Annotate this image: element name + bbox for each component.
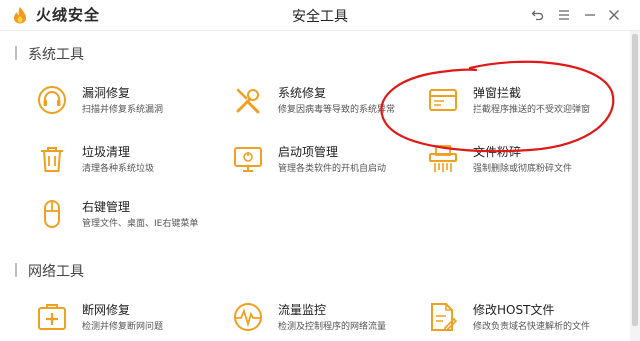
- tool-right-click-manager[interactable]: 右键管理 管理文件、桌面、IE右键菜单: [36, 198, 236, 238]
- back-button[interactable]: [528, 5, 548, 25]
- scrollbar-thumb[interactable]: [632, 34, 638, 326]
- title-bar: 火绒安全 安全工具: [0, 0, 640, 30]
- menu-button[interactable]: [554, 5, 574, 25]
- tool-file-shredder[interactable]: 文件粉碎 强制删除或彻底粉碎文件: [427, 143, 627, 183]
- close-button[interactable]: [604, 5, 624, 25]
- tool-name: 漏洞修复: [82, 86, 131, 100]
- tool-desc: 管理文件、桌面、IE右键菜单: [82, 219, 199, 229]
- tool-edit-host-file[interactable]: 修改HOST文件 修改负责域名快速解析的文件: [427, 301, 627, 341]
- menu-icon: [559, 10, 569, 20]
- mouse-icon: [44, 200, 60, 228]
- tool-name: 流量监控: [278, 303, 327, 317]
- close-icon: [609, 10, 619, 20]
- tool-desc: 检测及控制程序的网络流量: [278, 322, 387, 332]
- tool-name: 弹窗拦截: [473, 86, 522, 100]
- shredder-icon: [429, 145, 457, 172]
- section-title-system: 系统工具: [28, 47, 84, 63]
- tool-desc: 清理各种系统垃圾: [82, 164, 155, 174]
- headset-icon: [38, 86, 66, 114]
- tool-name: 右键管理: [82, 200, 131, 214]
- tool-traffic-monitor[interactable]: 流量监控 检测及控制程序的网络流量: [232, 301, 432, 341]
- section-marker: [15, 263, 17, 277]
- tool-desc: 强制删除或彻底粉碎文件: [473, 164, 573, 174]
- tool-name: 修改HOST文件: [473, 303, 555, 317]
- monitor-icon: [234, 147, 262, 172]
- window-icon: [429, 89, 457, 111]
- tool-desc: 修复因病毒等导致的系统异常: [278, 105, 396, 115]
- tool-desc: 修改负责域名快速解析的文件: [473, 322, 591, 332]
- tool-system-repair[interactable]: 系统修复 修复因病毒等导致的系统异常: [232, 84, 432, 124]
- tool-network-repair[interactable]: 断网修复 检测并修复断网问题: [36, 301, 236, 341]
- tool-junk-cleanup[interactable]: 垃圾清理 清理各种系统垃圾: [36, 143, 236, 183]
- wrench-icon: [236, 88, 260, 114]
- host-file-icon: [431, 303, 458, 331]
- tool-desc: 拦截程序推送的不受欢迎弹窗: [473, 105, 591, 115]
- tool-name: 垃圾清理: [82, 145, 131, 159]
- tool-desc: 管理各类软件的开机自启动: [278, 164, 387, 174]
- tool-desc: 扫描并修复系统漏洞: [82, 105, 164, 115]
- section-title-network: 网络工具: [28, 264, 84, 280]
- trash-icon: [41, 147, 63, 172]
- first-aid-icon: [38, 304, 66, 330]
- tool-name: 系统修复: [278, 86, 327, 100]
- tool-startup-manager[interactable]: 启动项管理 管理各类软件的开机自启动: [232, 143, 432, 183]
- minimize-icon: [585, 14, 595, 16]
- tool-name: 启动项管理: [278, 145, 339, 159]
- minimize-button[interactable]: [580, 5, 600, 25]
- tool-vulnerability-repair[interactable]: 漏洞修复 扫描并修复系统漏洞: [36, 84, 236, 124]
- traffic-wave-icon: [234, 303, 262, 331]
- tool-desc: 检测并修复断网问题: [82, 322, 164, 332]
- tool-name: 文件粉碎: [473, 145, 522, 159]
- tool-popup-blocker[interactable]: 弹窗拦截 拦截程序推送的不受欢迎弹窗: [427, 84, 627, 124]
- tool-name: 断网修复: [82, 303, 131, 317]
- title-divider: [0, 30, 640, 31]
- section-marker: [15, 46, 17, 60]
- back-icon: [531, 10, 544, 21]
